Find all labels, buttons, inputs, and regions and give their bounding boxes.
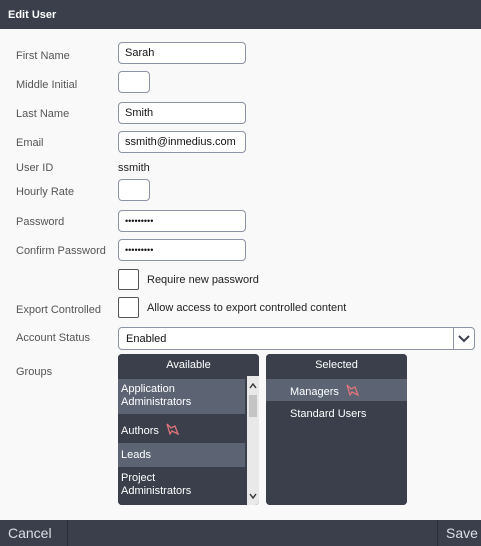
selected-groups-list: Selected Managers Standard Users bbox=[266, 354, 407, 505]
dialog-title: Edit User bbox=[0, 0, 481, 29]
list-item[interactable]: Project Administrators bbox=[118, 469, 245, 505]
password-label: Password bbox=[16, 216, 65, 228]
cancel-button[interactable]: Cancel bbox=[8, 520, 52, 546]
scroll-down-icon[interactable] bbox=[249, 493, 257, 499]
list-item[interactable]: Standard Users bbox=[266, 403, 407, 425]
export-controlled-checkbox[interactable] bbox=[118, 297, 139, 318]
account-status-label: Account Status bbox=[16, 332, 90, 344]
list-item-label: Project bbox=[121, 472, 156, 484]
confirm-password-input[interactable] bbox=[118, 239, 246, 261]
scroll-up-icon[interactable] bbox=[249, 383, 257, 389]
list-item-label: Standard Users bbox=[290, 408, 367, 420]
edit-user-form: First Name Middle Initial Last Name Emai… bbox=[0, 29, 481, 520]
list-item[interactable]: Managers bbox=[266, 379, 407, 401]
user-id-value: ssmith bbox=[118, 162, 150, 174]
export-controlled-label: Export Controlled bbox=[16, 304, 101, 316]
available-groups-list: Available Application Administrators Aut… bbox=[118, 354, 259, 505]
middle-initial-input[interactable] bbox=[118, 71, 150, 93]
account-status-value: Enabled bbox=[126, 333, 167, 345]
list-item[interactable]: Application Administrators bbox=[118, 379, 245, 414]
hourly-rate-label: Hourly Rate bbox=[16, 186, 75, 198]
list-item-label: Administrators bbox=[121, 485, 192, 497]
list-item-label: Managers bbox=[290, 385, 339, 398]
available-scrollbar[interactable] bbox=[247, 376, 259, 505]
list-item-label: Application bbox=[121, 383, 175, 395]
divider bbox=[67, 520, 68, 546]
list-item[interactable]: Leads bbox=[118, 443, 245, 467]
groups-label: Groups bbox=[16, 366, 53, 378]
first-name-label: First Name bbox=[16, 50, 70, 62]
account-status-select[interactable]: Enabled bbox=[118, 327, 475, 350]
list-item-label: Administrators bbox=[121, 396, 192, 408]
scrollbar-thumb[interactable] bbox=[249, 395, 257, 417]
divider bbox=[437, 520, 438, 546]
middle-initial-label: Middle Initial bbox=[16, 79, 78, 91]
chevron-down-icon[interactable] bbox=[453, 328, 474, 349]
export-controlled-checkbox-label: Allow access to export controlled conten… bbox=[147, 302, 347, 314]
email-input[interactable] bbox=[118, 131, 246, 153]
confirm-password-label: Confirm Password bbox=[16, 245, 106, 257]
save-button[interactable]: Save bbox=[446, 520, 478, 546]
pin-icon bbox=[166, 423, 180, 439]
last-name-label: Last Name bbox=[16, 108, 70, 120]
list-item-label: Authors bbox=[121, 424, 159, 437]
first-name-input[interactable] bbox=[118, 42, 246, 64]
require-new-password-label: Require new password bbox=[147, 274, 259, 286]
list-item[interactable]: Authors bbox=[118, 416, 245, 442]
password-input[interactable] bbox=[118, 210, 246, 232]
require-new-password-checkbox[interactable] bbox=[118, 269, 139, 290]
footer-toolbar: Cancel Save bbox=[0, 520, 481, 546]
hourly-rate-input[interactable] bbox=[118, 179, 150, 201]
pin-icon bbox=[346, 384, 360, 400]
email-label: Email bbox=[16, 137, 44, 149]
user-id-label: User ID bbox=[16, 162, 54, 174]
selected-groups-header: Selected bbox=[266, 354, 407, 376]
list-item-label: Leads bbox=[121, 449, 151, 461]
last-name-input[interactable] bbox=[118, 102, 246, 124]
available-groups-header: Available bbox=[118, 354, 259, 376]
